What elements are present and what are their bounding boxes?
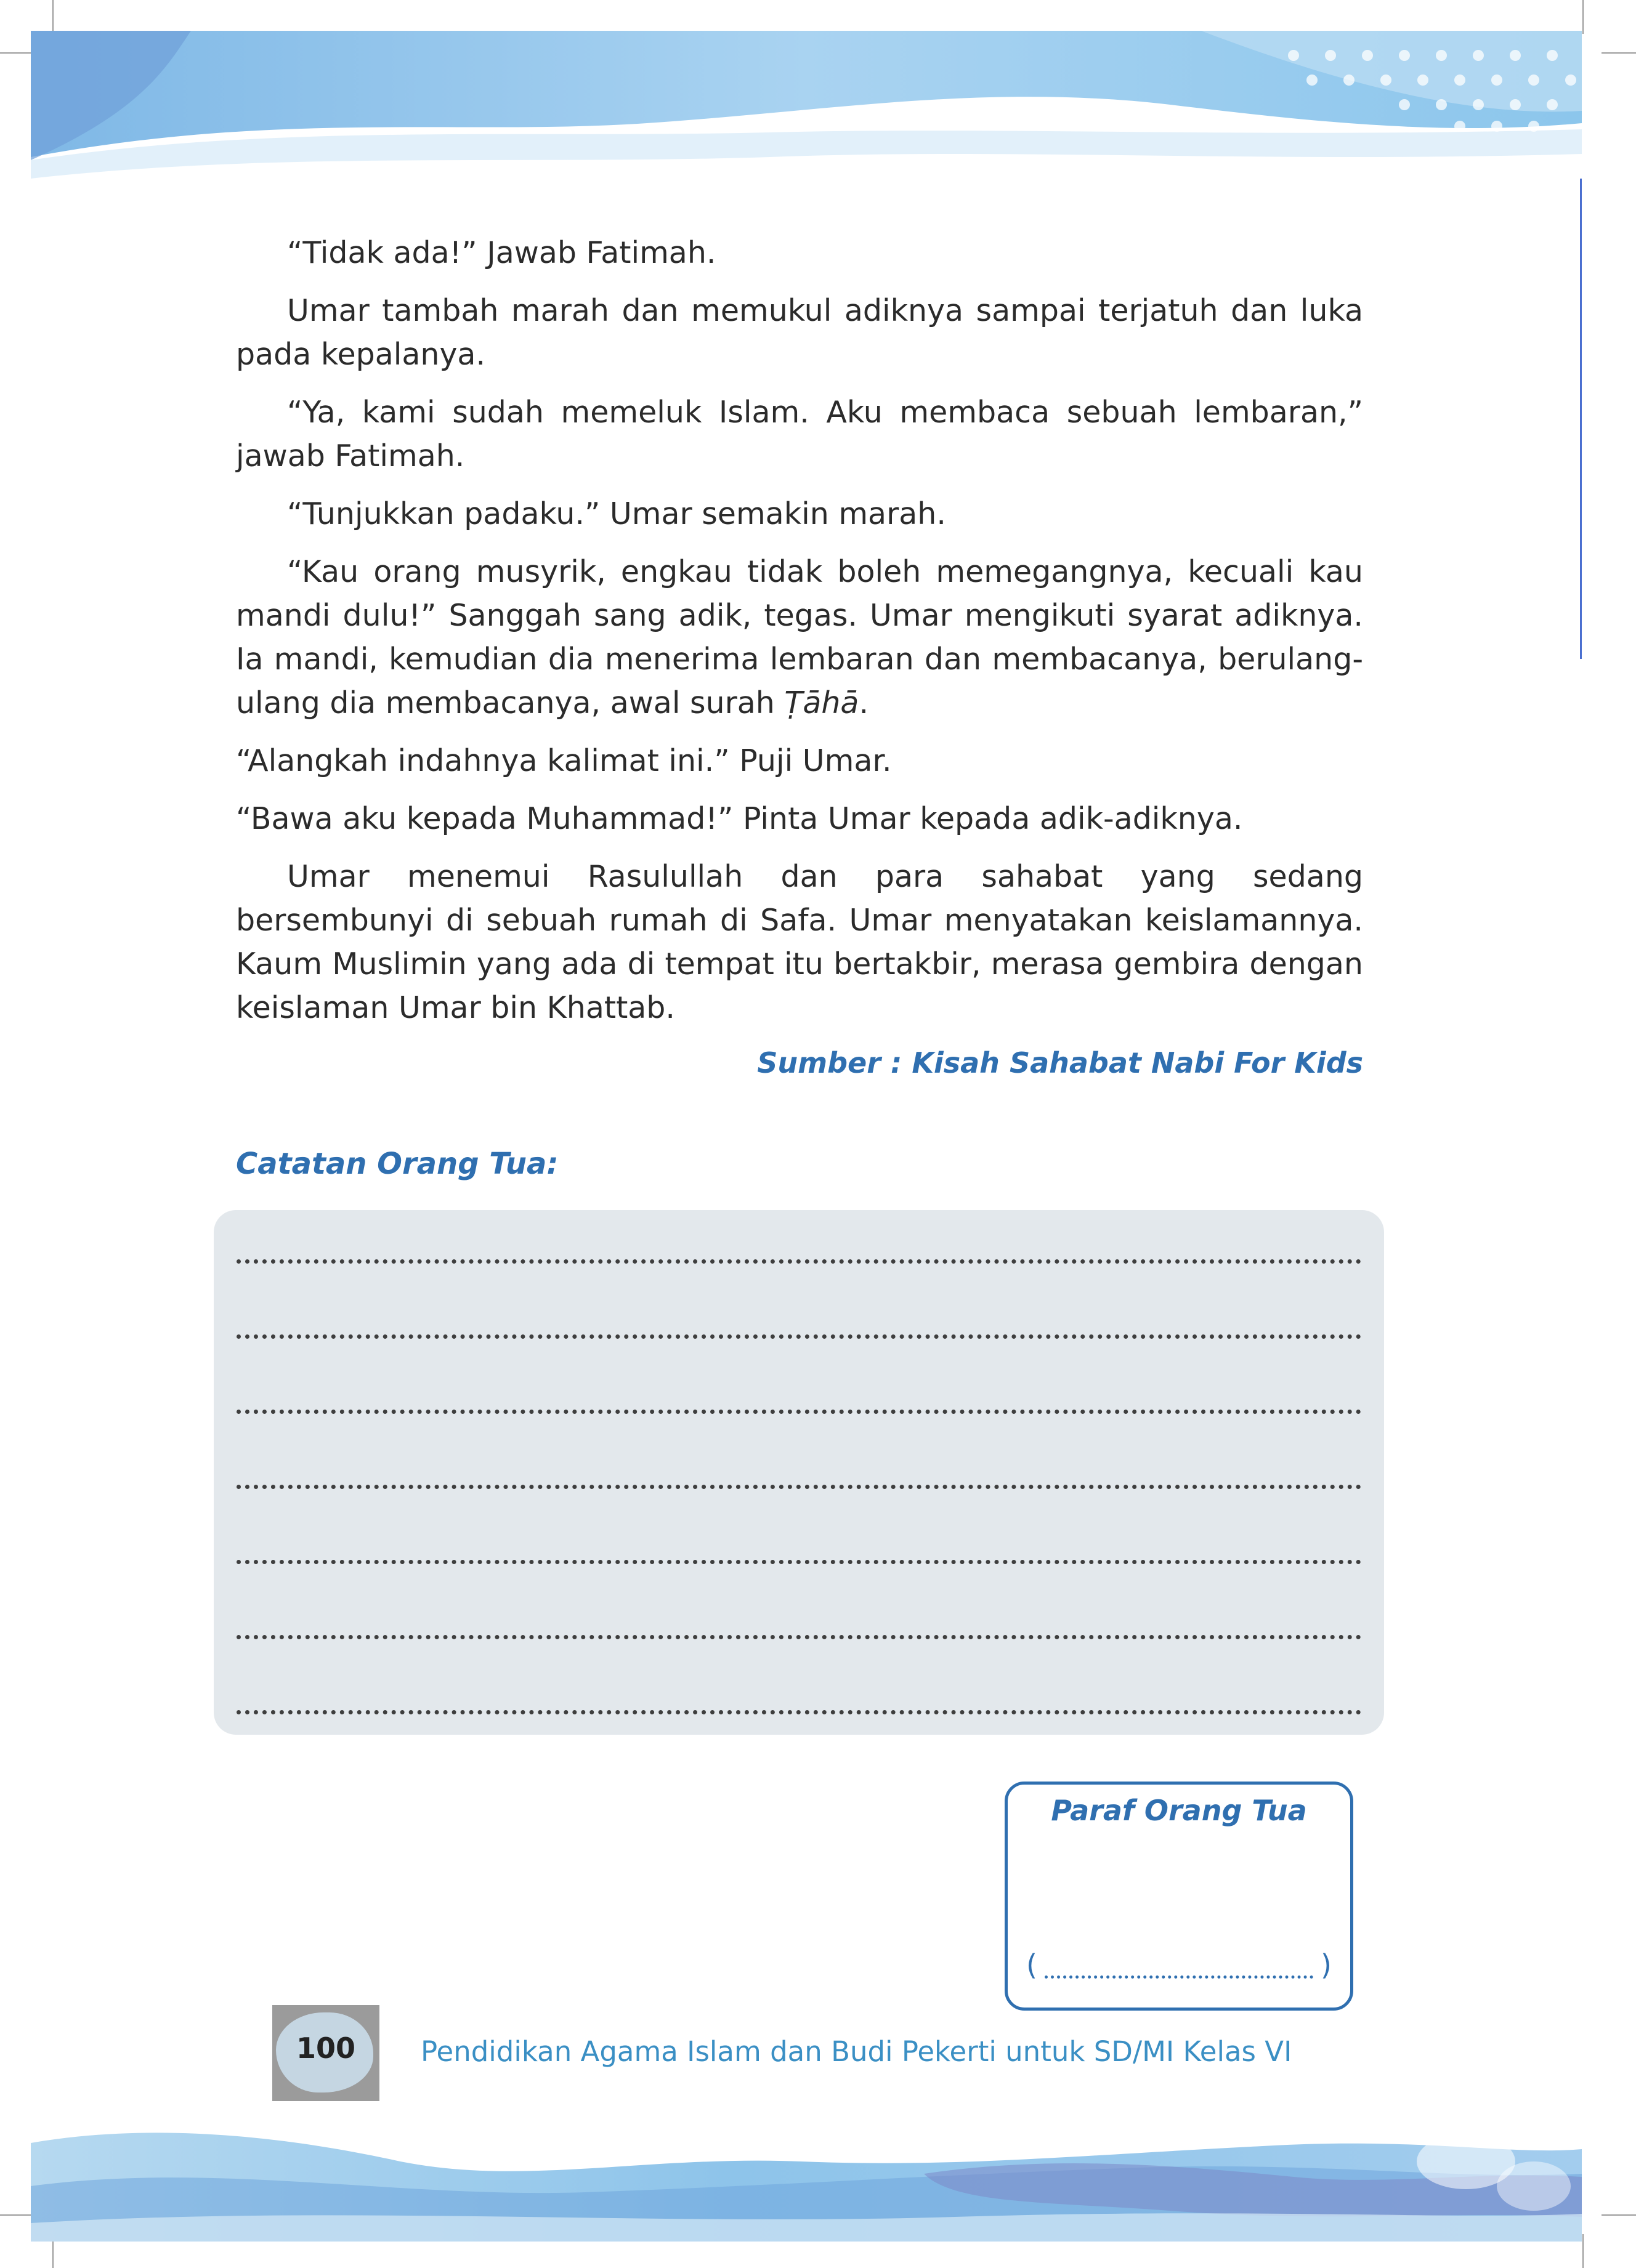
crop-mark — [52, 0, 54, 34]
open-paren: ( — [1026, 1948, 1037, 1982]
page-number: 100 — [296, 2032, 356, 2065]
top-wave-banner — [31, 31, 1582, 179]
crop-mark — [1582, 2234, 1584, 2268]
notes-heading: Catatan Orang Tua: — [236, 1147, 559, 1181]
story-text: “Tidak ada!” Jawab Fatimah. Umar tambah … — [236, 231, 1363, 1044]
paragraph: Umar menemui Rasulullah dan para sahabat… — [236, 859, 1363, 1025]
close-paren: ) — [1321, 1948, 1332, 1982]
crop-mark — [1602, 2214, 1636, 2216]
crop-mark — [0, 2214, 34, 2216]
writing-line[interactable] — [237, 1334, 1361, 1339]
signature-line[interactable]: ( ) — [1026, 1943, 1332, 1987]
writing-line[interactable] — [237, 1259, 1361, 1264]
paragraph: “Alangkah indahnya kalimat ini.” Puji Um… — [236, 743, 892, 778]
notes-box[interactable] — [214, 1210, 1384, 1735]
book-title: Pendidikan Agama Islam dan Budi Pekerti … — [421, 2035, 1292, 2068]
crop-mark — [1582, 0, 1584, 34]
paragraph: “Bawa aku kepada Muhammad!” Pinta Umar k… — [236, 801, 1243, 836]
bottom-wave-banner — [31, 2133, 1582, 2242]
source-citation: Sumber : Kisah Sahabat Nabi For Kids — [757, 1046, 1363, 1080]
writing-line[interactable] — [237, 1710, 1361, 1714]
paragraph: “Ya, kami sudah memeluk Islam. Aku memba… — [236, 395, 1363, 474]
paragraph: Umar tambah marah dan memukul adiknya sa… — [236, 293, 1363, 372]
crop-mark — [1602, 52, 1636, 54]
writing-line[interactable] — [237, 1635, 1361, 1639]
writing-line[interactable] — [237, 1410, 1361, 1414]
surah-name: Ṭāhā — [784, 685, 859, 720]
signature-title: Paraf Orang Tua — [1051, 1794, 1307, 1827]
writing-line[interactable] — [237, 1560, 1361, 1564]
writing-line[interactable] — [237, 1485, 1361, 1489]
paragraph: “Tunjukkan padaku.” Umar semakin marah. — [287, 496, 946, 531]
paragraph: “Tidak ada!” Jawab Fatimah. — [287, 235, 716, 270]
paragraph: “Kau orang musyrik, engkau tidak boleh m… — [236, 554, 1363, 720]
name-dots — [1044, 1952, 1314, 1979]
crop-mark — [0, 52, 34, 54]
parent-signature-box[interactable]: Paraf Orang Tua ( ) — [1005, 1782, 1353, 2011]
